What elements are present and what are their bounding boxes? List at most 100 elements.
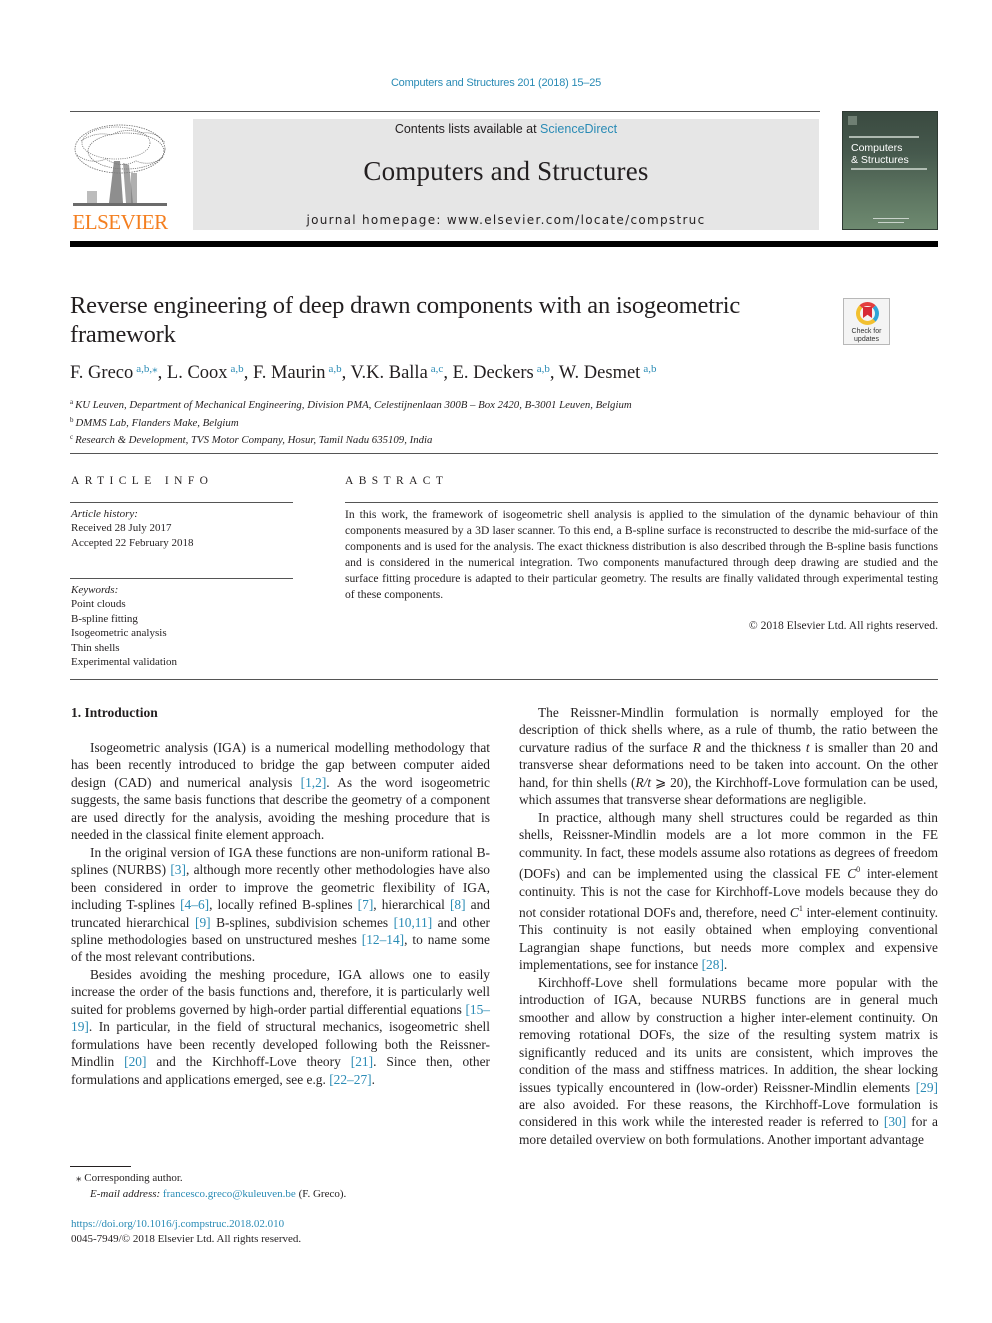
affiliation: a KU Leuven, Department of Mechanical Eng…	[70, 395, 870, 413]
abstract-divider	[345, 502, 938, 503]
author-affiliation-marks[interactable]: a,b	[537, 363, 550, 375]
math-symbol: C	[789, 904, 799, 920]
author-affiliation-marks[interactable]: a,b	[328, 363, 341, 375]
author-name[interactable]: F. Maurin	[253, 363, 326, 383]
author[interactable]: L. Coox a,b	[167, 363, 244, 383]
author-name[interactable]: F. Greco	[70, 363, 133, 383]
affiliation: b DMMS Lab, Flanders Make, Belgium	[70, 413, 870, 431]
citation-link[interactable]: [3]	[170, 862, 186, 877]
sciencedirect-link[interactable]: ScienceDirect	[540, 122, 617, 136]
cover-title: Computers & Structures	[851, 142, 909, 166]
author[interactable]: V.K. Balla a,c	[351, 363, 444, 383]
running-head-citation[interactable]: Computers and Structures 201 (2018) 15–2…	[0, 77, 992, 89]
article-history: Article history: Received 28 July 2017 A…	[71, 507, 194, 550]
citation-link[interactable]: [20]	[124, 1054, 146, 1069]
citation-link[interactable]: [9]	[195, 915, 211, 930]
cover-title-line1: Computers	[851, 142, 903, 154]
text-run: Kirchhoff-Love shell formulations became…	[519, 974, 938, 1095]
email-link[interactable]: francesco.greco@kuleuven.be	[163, 1188, 296, 1200]
math-symbol: C	[847, 866, 857, 882]
author-separator: ,	[157, 363, 167, 383]
citation-link[interactable]: [12–14]	[362, 932, 404, 947]
homepage-url-link[interactable]: www.elsevier.com/locate/compstruc	[447, 213, 706, 227]
author-name[interactable]: L. Coox	[167, 363, 228, 383]
citation-link[interactable]: [21]	[351, 1054, 373, 1069]
citation-link[interactable]: [1,2]	[301, 775, 327, 790]
author-affiliation-marks[interactable]: a,c	[431, 363, 444, 375]
section-heading-introduction: 1. Introduction	[71, 705, 158, 720]
affiliation-divider	[70, 453, 938, 454]
citation-link[interactable]: [22–27]	[329, 1072, 371, 1087]
corresponding-label: Corresponding author.	[84, 1172, 183, 1184]
citation-link[interactable]: [28]	[702, 957, 724, 972]
journal-cover-thumbnail[interactable]: Computers & Structures	[842, 111, 938, 230]
affiliation-text: KU Leuven, Department of Mechanical Engi…	[75, 399, 632, 411]
check-updates-line2: updates	[854, 336, 879, 343]
author[interactable]: W. Desmet a,b	[559, 363, 657, 383]
journal-banner: Contents lists available at ScienceDirec…	[193, 119, 819, 230]
citation-link[interactable]: [8]	[450, 897, 466, 912]
accepted-date: Accepted 22 February 2018	[71, 536, 194, 549]
cover-footer-line	[878, 222, 904, 223]
author-affiliation-marks[interactable]: a,b	[643, 363, 656, 375]
citation-link[interactable]: [30]	[884, 1114, 906, 1129]
check-updates-label: Check for updates	[844, 328, 889, 344]
check-updates-line1: Check for	[851, 328, 882, 335]
footnote-rule	[70, 1166, 131, 1167]
journal-homepage: journal homepage: www.elsevier.com/locat…	[193, 213, 819, 227]
keywords-label: Keywords:	[71, 584, 119, 596]
body-paragraph: Besides avoiding the meshing procedure, …	[71, 966, 490, 1088]
text-run: and the Kirchhoff-Love theory	[146, 1054, 351, 1070]
email-label: E-mail address:	[90, 1187, 163, 1200]
article-info-heading: ARTICLE INFO	[71, 475, 214, 487]
doi-link[interactable]: https://doi.org/10.1016/j.compstruc.2018…	[71, 1217, 301, 1232]
keywords-divider	[70, 578, 293, 579]
affiliation-mark: a	[70, 398, 74, 406]
affiliation: c Research & Development, TVS Motor Compa…	[70, 430, 870, 448]
author-affiliation-marks[interactable]: a,b	[231, 363, 244, 375]
check-for-updates-button[interactable]: Check for updates	[843, 298, 890, 345]
contents-prefix: Contents lists available at	[394, 122, 541, 136]
corresponding-author-note: ⁎ Corresponding author.	[76, 1171, 346, 1187]
author-name[interactable]: W. Desmet	[559, 363, 641, 383]
citation-link[interactable]: [10,11]	[394, 915, 433, 930]
author-affiliation-marks[interactable]: a,b,⁎	[136, 363, 157, 375]
citation-link[interactable]: [4–6]	[180, 897, 209, 912]
author[interactable]: F. Maurin a,b	[253, 363, 342, 383]
author-name[interactable]: E. Deckers	[453, 363, 534, 383]
footnote-mark: ⁎	[76, 1172, 82, 1184]
text-run: .	[371, 1071, 375, 1087]
cover-subtitle	[851, 168, 927, 170]
received-date: Received 28 July 2017	[71, 522, 172, 535]
elsevier-logo[interactable]: ELSEVIER	[68, 118, 172, 234]
issn-copyright: 0045-7949/© 2018 Elsevier Ltd. All right…	[71, 1233, 302, 1245]
cover-tagline	[849, 136, 919, 138]
elsevier-tree-icon	[73, 124, 167, 206]
author[interactable]: F. Greco a,b,⁎	[70, 363, 158, 383]
author-name[interactable]: V.K. Balla	[351, 363, 428, 383]
citation-link[interactable]: [29]	[916, 1080, 938, 1095]
math-symbol: R/t	[635, 774, 652, 790]
keyword-item: Point clouds	[71, 598, 126, 611]
masthead-thick-rule	[70, 241, 938, 247]
author-separator: ,	[341, 363, 351, 383]
body-paragraph: In the original version of IGA these fun…	[71, 844, 490, 966]
author[interactable]: E. Deckers a,b	[453, 363, 550, 383]
cover-title-line2: & Structures	[851, 154, 909, 166]
history-label: Article history:	[71, 508, 138, 520]
abstract-copyright: © 2018 Elsevier Ltd. All rights reserved…	[748, 619, 938, 632]
text-run: , hierarchical	[373, 897, 450, 913]
homepage-prefix: journal homepage:	[306, 213, 447, 227]
email-line: E-mail address: francesco.greco@kuleuven…	[76, 1187, 346, 1203]
contents-line: Contents lists available at ScienceDirec…	[193, 122, 819, 136]
header-divider	[70, 111, 820, 112]
author-list: F. Greco a,b,⁎, L. Coox a,b, F. Maurin a,b,…	[70, 362, 870, 384]
elsevier-wordmark: ELSEVIER	[72, 210, 168, 234]
front-matter-divider	[70, 679, 938, 680]
email-suffix: (F. Greco).	[295, 1187, 347, 1200]
text-run: B-splines, subdivision schemes	[210, 914, 394, 930]
journal-name: Computers and Structures	[363, 156, 649, 186]
keyword-item: B-spline fitting	[71, 612, 138, 625]
citation-link[interactable]: [7]	[358, 897, 374, 912]
author-separator: ,	[243, 363, 253, 383]
